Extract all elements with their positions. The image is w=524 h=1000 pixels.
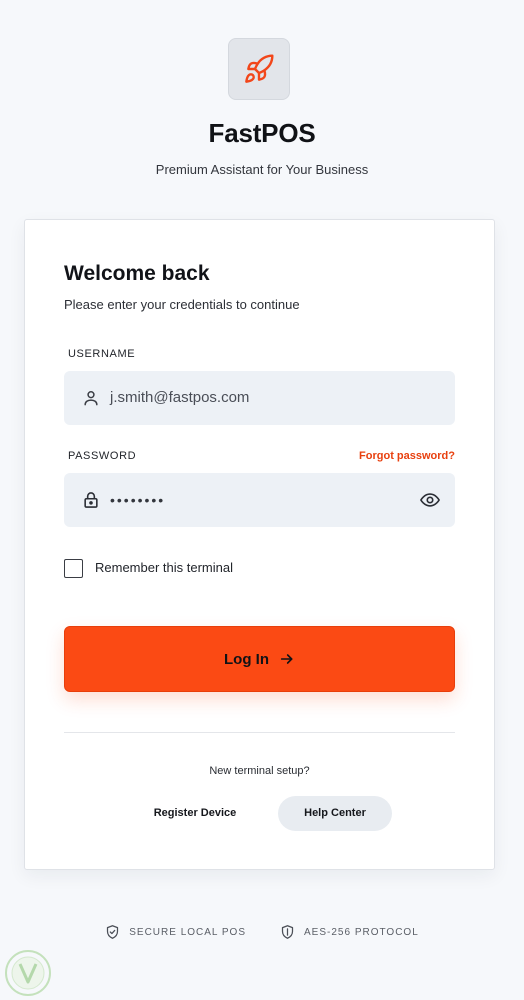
shield-check-icon [107,925,119,939]
password-value[interactable]: •••••••• [110,473,410,527]
app-subtitle: Premium Assistant for Your Business [155,162,369,177]
setup-prompt: New terminal setup? [209,765,310,777]
watermark-logo [5,950,51,996]
arrow-right-icon [280,654,293,664]
footer-item-protocol: AES-256 PROTOCOL [280,924,419,940]
shield-icon [281,925,294,939]
forgot-password-link[interactable]: Forgot password? [359,450,455,462]
remember-checkbox[interactable] [64,559,83,578]
login-button[interactable]: Log In [64,626,455,692]
form-heading: Welcome back [64,262,210,285]
footer-item-secure: SECURE LOCAL POS [105,924,246,940]
app-title: FastPOS [208,118,316,148]
footer-secure-label: SECURE LOCAL POS [129,926,247,938]
username-label: USERNAME [68,348,136,360]
footer: SECURE LOCAL POS AES-256 PROTOCOL [0,924,524,940]
login-page: FastPOS Premium Assistant for Your Busin… [0,0,524,1000]
form-subheading: Please enter your credentials to continu… [64,297,300,312]
help-center-button[interactable]: Help Center [278,796,392,831]
user-icon [84,391,98,406]
login-button-label: Log In [224,650,269,668]
eye-icon[interactable] [419,490,441,510]
password-field[interactable]: •••••••• [64,473,455,527]
login-card: Welcome back Please enter your credentia… [24,219,495,870]
footer-protocol-label: AES-256 PROTOCOL [304,926,419,938]
username-field[interactable]: j.smith@fastpos.com [64,371,455,425]
divider [64,732,455,733]
username-value[interactable]: j.smith@fastpos.com [110,371,410,425]
lock-icon [84,492,98,508]
register-device-button[interactable]: Register Device [137,796,253,830]
app-logo [228,38,290,100]
password-label: PASSWORD [68,450,137,462]
rocket-icon [245,54,274,83]
remember-label[interactable]: Remember this terminal [95,560,233,575]
